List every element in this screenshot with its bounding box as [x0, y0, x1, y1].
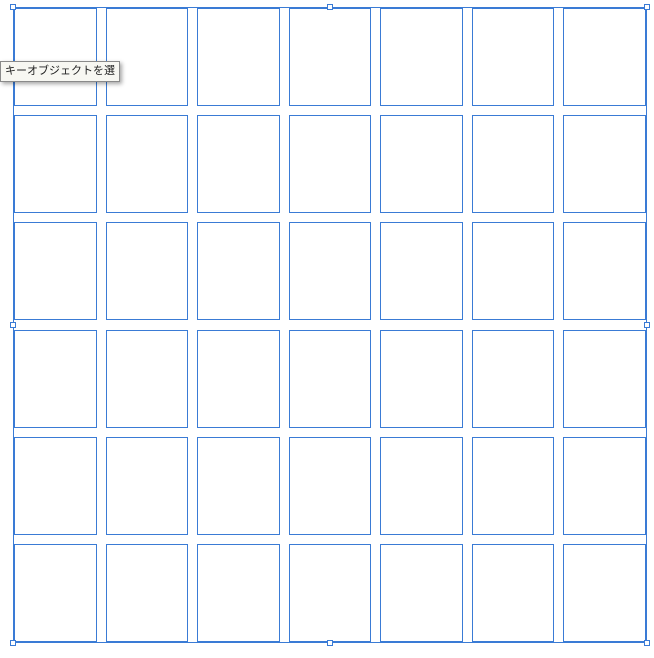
- grid-cell[interactable]: [197, 222, 280, 320]
- grid-cell[interactable]: [14, 115, 97, 213]
- selection-handle-tm[interactable]: [327, 4, 333, 10]
- grid-cell[interactable]: [14, 8, 97, 106]
- selection-handle-bm[interactable]: [327, 640, 333, 646]
- grid-cell[interactable]: [106, 437, 189, 535]
- selection-handle-ml[interactable]: [10, 322, 16, 328]
- grid-cell[interactable]: [106, 8, 189, 106]
- grid-cell[interactable]: [197, 8, 280, 106]
- grid-cell[interactable]: [380, 544, 463, 642]
- selection-handle-br[interactable]: [644, 640, 650, 646]
- grid-cell[interactable]: [563, 544, 646, 642]
- grid-cell[interactable]: [563, 437, 646, 535]
- grid-cell[interactable]: [106, 544, 189, 642]
- grid-cell[interactable]: [380, 222, 463, 320]
- grid-cell[interactable]: [289, 330, 372, 428]
- grid-cell[interactable]: [563, 222, 646, 320]
- grid-cell[interactable]: [197, 115, 280, 213]
- grid-cell[interactable]: [472, 115, 555, 213]
- grid-cell[interactable]: [14, 222, 97, 320]
- grid-cell[interactable]: [289, 222, 372, 320]
- alignment-tooltip-text: キーオブジェクトを選: [5, 65, 115, 77]
- grid-cell[interactable]: [197, 330, 280, 428]
- grid-cell[interactable]: [472, 330, 555, 428]
- selection-handle-mr[interactable]: [644, 322, 650, 328]
- grid-cell[interactable]: [14, 437, 97, 535]
- grid-cell[interactable]: [563, 8, 646, 106]
- selection-handle-tr[interactable]: [644, 4, 650, 10]
- alignment-tooltip: キーオブジェクトを選: [0, 61, 120, 82]
- grid-cell[interactable]: [380, 8, 463, 106]
- grid-cell[interactable]: [380, 330, 463, 428]
- selection-handle-bl[interactable]: [10, 640, 16, 646]
- grid-cell[interactable]: [380, 437, 463, 535]
- grid-cell[interactable]: [14, 544, 97, 642]
- grid-cell[interactable]: [289, 115, 372, 213]
- design-canvas[interactable]: キーオブジェクトを選: [0, 0, 654, 658]
- grid-cell[interactable]: [14, 330, 97, 428]
- grid-cell[interactable]: [472, 544, 555, 642]
- grid-cell[interactable]: [289, 8, 372, 106]
- grid-cell[interactable]: [106, 330, 189, 428]
- grid-cell[interactable]: [106, 222, 189, 320]
- grid-cell[interactable]: [472, 222, 555, 320]
- grid-cell[interactable]: [472, 437, 555, 535]
- grid-cell[interactable]: [197, 437, 280, 535]
- grid-cell[interactable]: [563, 330, 646, 428]
- grid-cell[interactable]: [563, 115, 646, 213]
- grid-cell[interactable]: [380, 115, 463, 213]
- grid-cell[interactable]: [289, 437, 372, 535]
- grid-cell[interactable]: [197, 544, 280, 642]
- grid-cell[interactable]: [289, 544, 372, 642]
- grid-cell[interactable]: [472, 8, 555, 106]
- grid-cell[interactable]: [106, 115, 189, 213]
- selection-handle-tl[interactable]: [10, 4, 16, 10]
